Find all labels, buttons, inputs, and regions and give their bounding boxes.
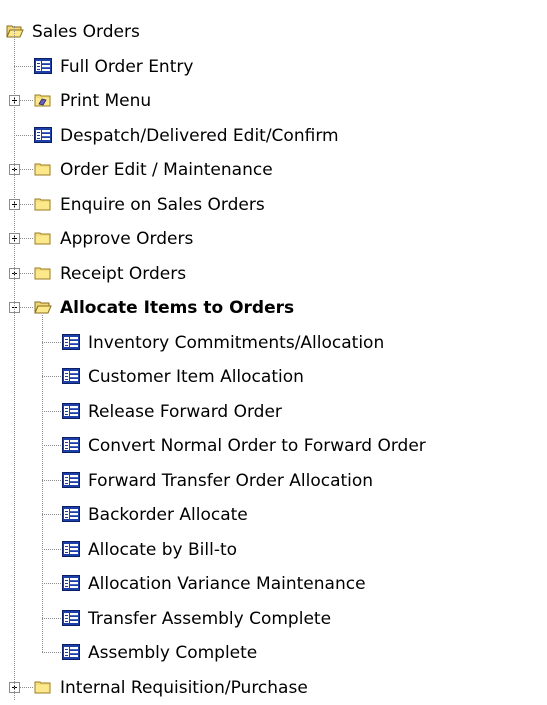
- menu-item-label: Backorder Allocate: [88, 505, 248, 526]
- tree-connector-line: [42, 548, 61, 550]
- tree-connector-line: [20, 272, 33, 274]
- program-icon: [62, 609, 80, 627]
- tree-connector-line: [20, 307, 33, 309]
- tree-connector-line: [20, 203, 33, 205]
- menu-item-label: Convert Normal Order to Forward Order: [88, 436, 426, 457]
- menu-item-label: Order Edit / Maintenance: [60, 160, 273, 181]
- menu-item-label: Transfer Assembly Complete: [88, 608, 332, 629]
- menu-item-label: Internal Requisition/Purchase: [60, 677, 308, 698]
- menu-item-label: Receipt Orders: [60, 263, 187, 284]
- folder-icon: [34, 265, 52, 282]
- tree-connector-line: [42, 341, 61, 343]
- tree-connector-line: [20, 686, 33, 688]
- menu-item-label: Allocate by Bill-to: [88, 539, 238, 560]
- folder-icon: [34, 230, 52, 247]
- program-icon: [62, 402, 80, 420]
- tree-connector-line: [42, 445, 61, 447]
- menu-item-label: Despatch/Delivered Edit/Confirm: [60, 125, 339, 146]
- menu-item-label: Allocate Items to Orders: [60, 298, 295, 319]
- menu-item-label: Release Forward Order: [88, 401, 282, 422]
- menu-item-label: Allocation Variance Maintenance: [88, 574, 366, 595]
- tree-connector-line: [42, 514, 61, 516]
- tree-connector-line: [14, 26, 15, 700]
- folder-open-icon: [6, 23, 24, 40]
- program-icon: [62, 368, 80, 385]
- tree-connector-line: [42, 583, 61, 585]
- menu-item-label: Forward Transfer Order Allocation: [88, 470, 374, 491]
- tree-connector-line: [20, 100, 33, 102]
- folder-open-icon: [34, 299, 52, 316]
- program-icon: [62, 333, 80, 351]
- program-icon: [62, 471, 80, 489]
- menu-tree: Sales Orders Full Order Entry Print Menu De…: [0, 0, 547, 700]
- menu-item-label: Print Menu: [60, 91, 152, 112]
- program-icon: [62, 506, 80, 523]
- menu-item-label: Inventory Commitments/Allocation: [88, 332, 385, 353]
- tree-connector-line: [42, 652, 61, 654]
- tree-connector-line: [14, 65, 33, 67]
- program-icon: [62, 644, 80, 661]
- program-icon: [62, 437, 80, 454]
- menu-item-label: Full Order Entry: [60, 56, 194, 77]
- program-icon: [62, 540, 80, 558]
- folder-icon: [34, 679, 52, 696]
- folder-icon: [34, 196, 52, 213]
- tree-connector-line: [42, 617, 61, 619]
- tree-connector-line: [42, 479, 61, 481]
- tree-connector-line: [20, 238, 33, 240]
- menu-item-label: Assembly Complete: [88, 643, 258, 664]
- program-icon: [34, 126, 52, 144]
- tree-connector-line: [42, 376, 61, 378]
- print-folder-icon: [34, 92, 52, 109]
- tree-connector-line: [20, 169, 33, 171]
- folder-icon: [34, 161, 52, 178]
- menu-item-label: Customer Item Allocation: [88, 367, 304, 388]
- program-icon: [62, 575, 80, 592]
- tree-connector-line: [42, 410, 61, 412]
- tree-connector-line: [14, 134, 33, 136]
- menu-item-label: Approve Orders: [60, 229, 194, 250]
- menu-item-label: Enquire on Sales Orders: [60, 194, 265, 215]
- tree-connector-line: [42, 315, 43, 653]
- program-icon: [34, 57, 52, 75]
- menu-item-label: Sales Orders: [32, 22, 140, 43]
